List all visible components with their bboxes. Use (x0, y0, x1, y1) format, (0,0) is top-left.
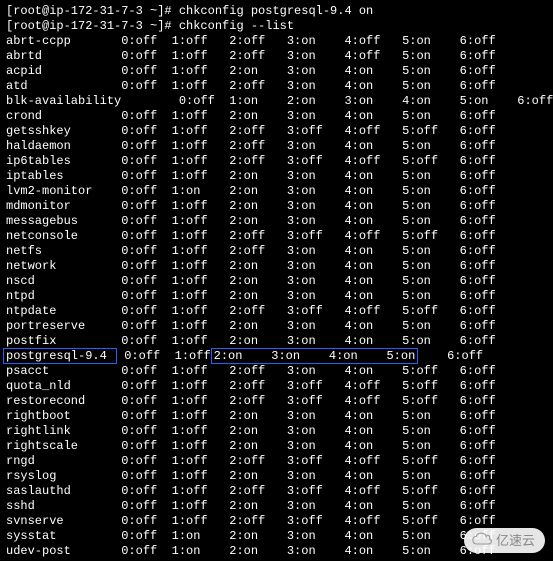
service-row-highlighted: postgresql-9.4 0:off 1:off2:on 3:on 4:on… (6, 349, 547, 364)
service-row: iptables 0:off 1:off 2:on 3:on 4:on 5:on… (6, 169, 547, 184)
service-row: haldaemon 0:off 1:off 2:off 3:on 4:on 5:… (6, 139, 547, 154)
service-row: rsyslog 0:off 1:off 2:on 3:on 4:on 5:on … (6, 469, 547, 484)
service-row: mdmonitor 0:off 1:off 2:on 3:on 4:on 5:o… (6, 199, 547, 214)
service-row: svnserve 0:off 1:off 2:off 3:off 4:off 5… (6, 514, 547, 529)
terminal-output: [root@ip-172-31-7-3 ~]# chkconfig postgr… (6, 4, 547, 559)
service-row: rightscale 0:off 1:off 2:on 3:on 4:on 5:… (6, 439, 547, 454)
prompt-line: [root@ip-172-31-7-3 ~]# chkconfig postgr… (6, 4, 547, 19)
service-row: acpid 0:off 1:off 2:on 3:on 4:on 5:on 6:… (6, 64, 547, 79)
service-row: abrtd 0:off 1:off 2:off 3:on 4:off 5:on … (6, 49, 547, 64)
service-row: portreserve 0:off 1:off 2:on 3:on 4:on 5… (6, 319, 547, 334)
service-row: netfs 0:off 1:off 2:off 3:on 4:on 5:on 6… (6, 244, 547, 259)
service-row: lvm2-monitor 0:off 1:on 2:on 3:on 4:on 5… (6, 184, 547, 199)
service-row: rightboot 0:off 1:off 2:on 3:on 4:on 5:o… (6, 409, 547, 424)
service-row: blk-availability 0:off 1:on 2:on 3:on 4:… (6, 94, 547, 109)
service-row: postfix 0:off 1:off 2:on 3:on 4:on 5:on … (6, 334, 547, 349)
service-row: quota_nld 0:off 1:off 2:off 3:off 4:off … (6, 379, 547, 394)
watermark-text: 亿速云 (496, 533, 535, 548)
service-row: rightlink 0:off 1:off 2:on 3:on 4:on 5:o… (6, 424, 547, 439)
cloud-icon (472, 532, 492, 549)
service-row: network 0:off 1:off 2:on 3:on 4:on 5:on … (6, 259, 547, 274)
watermark-badge: 亿速云 (464, 528, 545, 553)
service-row: netconsole 0:off 1:off 2:off 3:off 4:off… (6, 229, 547, 244)
service-row: atd 0:off 1:off 2:off 3:on 4:on 5:on 6:o… (6, 79, 547, 94)
highlight-box-service: postgresql-9.4 (3, 348, 117, 364)
service-row: getsshkey 0:off 1:off 2:off 3:off 4:off … (6, 124, 547, 139)
service-row: crond 0:off 1:off 2:on 3:on 4:on 5:on 6:… (6, 109, 547, 124)
service-row: restorecond 0:off 1:off 2:off 3:off 4:of… (6, 394, 547, 409)
service-row: psacct 0:off 1:off 2:off 3:on 4:on 5:off… (6, 364, 547, 379)
service-row: ntpd 0:off 1:off 2:on 3:on 4:on 5:on 6:o… (6, 289, 547, 304)
service-row: messagebus 0:off 1:off 2:on 3:on 4:on 5:… (6, 214, 547, 229)
service-row: ntpdate 0:off 1:off 2:off 3:off 4:off 5:… (6, 304, 547, 319)
prompt-line: [root@ip-172-31-7-3 ~]# chkconfig --list (6, 19, 547, 34)
service-row: sshd 0:off 1:off 2:on 3:on 4:on 5:on 6:o… (6, 499, 547, 514)
service-row: abrt-ccpp 0:off 1:off 2:off 3:on 4:off 5… (6, 34, 547, 49)
service-row: rngd 0:off 1:off 2:off 3:off 4:off 5:off… (6, 454, 547, 469)
service-row: saslauthd 0:off 1:off 2:off 3:off 4:off … (6, 484, 547, 499)
service-row: ip6tables 0:off 1:off 2:off 3:off 4:off … (6, 154, 547, 169)
service-row: nscd 0:off 1:off 2:on 3:on 4:on 5:on 6:o… (6, 274, 547, 289)
highlight-box-levels: 2:on 3:on 4:on 5:on (211, 348, 419, 364)
